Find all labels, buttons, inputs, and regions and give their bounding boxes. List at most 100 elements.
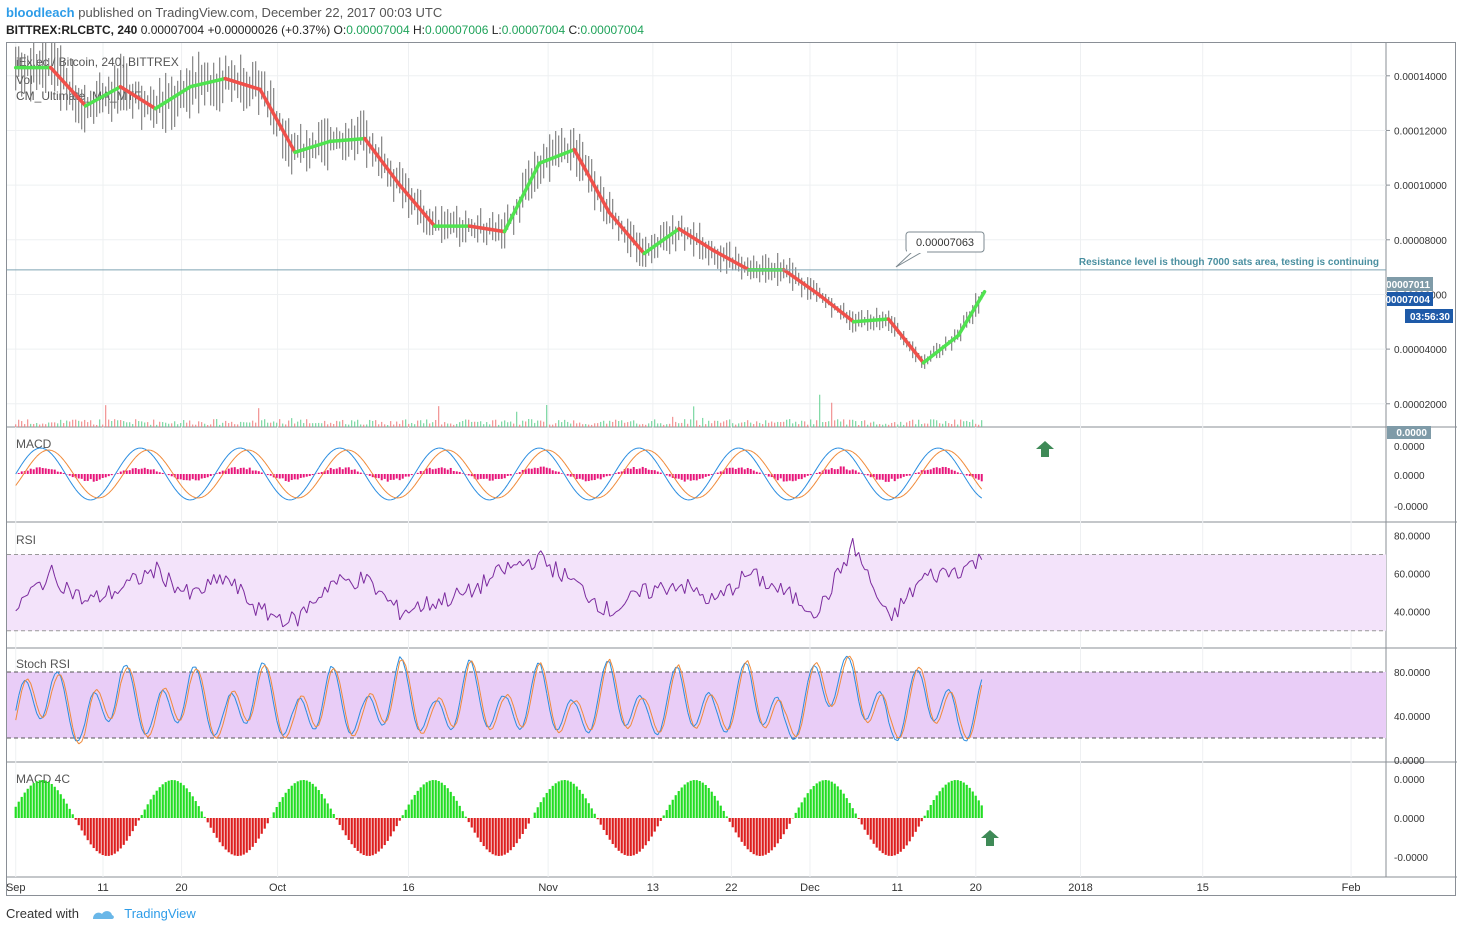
macd4c-group (14, 780, 983, 856)
macd-line-segment (852, 457, 857, 463)
publish-line: bloodleach published on TradingView.com,… (6, 5, 442, 20)
chart-container[interactable]: iEx.ec / Bitcoin, 240, BITTREX Vol CM_Ul… (6, 34, 1457, 897)
signal-line-segment (414, 480, 419, 486)
signal-line-segment (264, 461, 269, 467)
signal-line-segment (447, 449, 451, 452)
signal-line-segment (288, 493, 293, 497)
macd-line-segment (348, 451, 353, 456)
signal-line-segment (228, 461, 233, 466)
signal-line-segment (618, 473, 623, 480)
signal-line-segment (252, 450, 256, 454)
signal-line-segment (747, 449, 751, 452)
tradingview-link[interactable]: TradingView (124, 906, 196, 921)
macd-line-segment (402, 487, 407, 492)
stoch-k-segment (963, 739, 967, 742)
macd-line-segment (240, 447, 244, 450)
macd-line-segment (951, 456, 956, 462)
macd-line-segment (867, 480, 872, 487)
signal-line-segment (33, 456, 38, 461)
macd-line-segment (225, 454, 230, 459)
stoch-k-segment (123, 664, 127, 667)
macd-line-segment (156, 460, 161, 466)
badge-text: 03:56:30 (1410, 312, 1450, 323)
macd-line-segment (555, 460, 560, 466)
time-axis[interactable]: Sep 11 20 Oct 16 Nov 13 22 Dec 11 20 2018 15 Feb (6, 882, 1361, 894)
signal-line-segment (339, 450, 343, 454)
signal-line-segment (453, 451, 458, 455)
signal-line-segment (507, 489, 512, 494)
macd-line-segment (132, 448, 136, 452)
signal-line-segment (564, 463, 569, 468)
signal-line-segment (903, 492, 908, 496)
signal-line-segment (132, 456, 137, 461)
stoch-d-segment (330, 667, 335, 672)
signal-line-segment (231, 457, 236, 462)
macd-line-segment (564, 474, 569, 481)
signal-line-segment (525, 464, 530, 469)
signal-line-segment (597, 496, 601, 499)
signal-line-segment (141, 450, 145, 453)
macd-line-segment (291, 498, 295, 501)
macd-line-segment (48, 450, 53, 455)
signal-line-segment (327, 462, 332, 467)
author-link[interactable]: bloodleach (6, 5, 75, 20)
macd-line-segment (957, 465, 962, 471)
signal-line-segment (510, 485, 515, 491)
signal-line-segment (99, 496, 103, 499)
signal-line-segment (210, 487, 215, 492)
macd-line-segment (960, 470, 965, 476)
signal-line-segment (633, 454, 638, 459)
signal-line-segment (786, 493, 791, 497)
signal-line-segment (825, 462, 830, 468)
macd-line-segment (201, 489, 206, 494)
macd-line-segment (690, 498, 694, 501)
macd-line-segment (669, 483, 674, 489)
macd-line-segment (933, 447, 937, 450)
macd-line-segment (324, 454, 329, 460)
macd-line-segment (648, 452, 653, 457)
macd-line-segment (471, 485, 476, 491)
signal-line-segment (627, 461, 632, 466)
macd-line-segment (639, 447, 643, 450)
open-label: O: (333, 23, 347, 37)
macd-line-segment (480, 495, 485, 499)
signal-line-segment (336, 452, 341, 456)
chart-svg[interactable]: iEx.ec / Bitcoin, 240, BITTREX Vol CM_Ul… (6, 34, 1457, 897)
signal-line-segment (111, 486, 116, 491)
macd-line-segment (708, 476, 713, 483)
signal-line-segment (606, 490, 611, 494)
signal-line-segment (681, 487, 686, 492)
signal-line-segment (162, 458, 167, 464)
stoch-d-segment (588, 728, 592, 731)
macd-line-segment (702, 486, 707, 491)
macd-line-segment (732, 447, 736, 451)
signal-line-segment (348, 449, 352, 452)
signal-line-segment (609, 486, 614, 491)
signal-line-segment (537, 451, 542, 455)
macd-line-segment (903, 483, 908, 489)
macd-line-segment (534, 447, 538, 450)
y-tick-label: 0.0000 (1394, 775, 1425, 786)
macd-line-segment (234, 447, 238, 450)
macd-line-segment (108, 479, 113, 485)
signal-line-segment (675, 479, 680, 485)
price-axis[interactable]: 0.00014000 0.00012000 0.00010000 0.00008000… (1386, 72, 1447, 864)
macd-line-segment (618, 461, 623, 467)
macd-line-segment (897, 491, 902, 496)
signal-line-segment (837, 451, 841, 454)
y-tick-label: 80.0000 (1394, 531, 1431, 542)
signal-line-segment (912, 481, 917, 487)
macd-line-segment (27, 452, 32, 457)
macd-line-segment (51, 453, 56, 458)
created-with-text: Created with (6, 906, 79, 921)
price-callout[interactable]: 0.00007063 (895, 231, 985, 268)
signal-line-segment (435, 453, 440, 457)
signal-line-segment (684, 491, 689, 495)
signal-line-segment (138, 451, 143, 455)
macd-line-segment (204, 485, 209, 491)
macd-line-segment (531, 448, 535, 452)
macd-line-segment (363, 472, 368, 478)
macd-line-segment (432, 448, 436, 451)
x-tick-label: Oct (269, 882, 286, 894)
rsi-band (7, 554, 1386, 631)
